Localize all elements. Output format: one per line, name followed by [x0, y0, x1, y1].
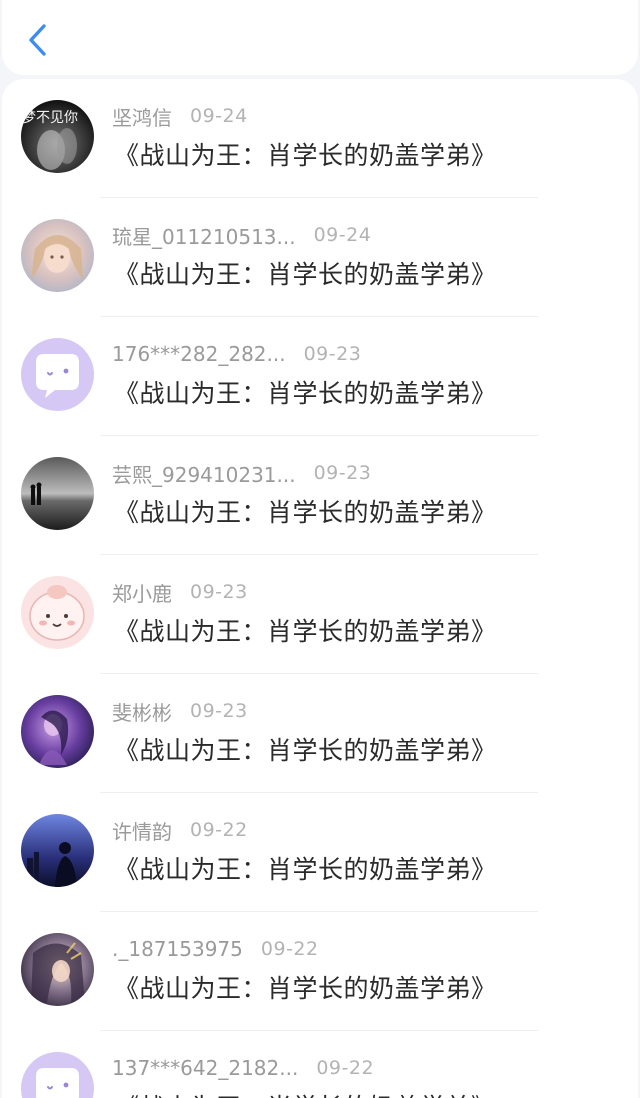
- book-title: 《战山为王：肖学长的奶盖学弟》: [114, 498, 497, 527]
- list-item[interactable]: 郑小鹿 09-23 《战山为王：肖学长的奶盖学弟》: [2, 555, 638, 674]
- book-title: 《战山为王：肖学长的奶盖学弟》: [114, 617, 497, 646]
- date: 09-24: [313, 224, 372, 246]
- username: 斐彬彬: [112, 700, 172, 725]
- svg-text:梦不见你: 梦不见你: [22, 110, 78, 126]
- book-title: 《战山为王：肖学长的奶盖学弟》: [114, 1088, 497, 1098]
- username: 坚鸿信: [112, 105, 172, 130]
- list-item[interactable]: 176***282_282... 09-23 《战山为王：肖学长的奶盖学弟》: [2, 317, 638, 436]
- top-bar: [2, 0, 638, 75]
- avatar: 梦不见你: [21, 100, 94, 173]
- username: ._187153975: [112, 937, 243, 961]
- date: 09-23: [190, 581, 248, 603]
- list-item[interactable]: 梦不见你 坚鸿信 09-24 《战山为王：肖学长的奶盖学弟》: [2, 79, 638, 198]
- avatar-image-icon: [21, 933, 94, 1006]
- book-title: 《战山为王：肖学长的奶盖学弟》: [114, 141, 497, 170]
- avatar-image-icon: [21, 219, 94, 292]
- avatar: [21, 338, 94, 411]
- list-item[interactable]: 斐彬彬 09-23 《战山为王：肖学长的奶盖学弟》: [2, 674, 638, 793]
- list-item[interactable]: ._187153975 09-22 《战山为王：肖学长的奶盖学弟》: [2, 912, 638, 1031]
- cartoon-avatar-icon: [21, 576, 94, 649]
- avatar: [21, 576, 94, 649]
- avatar: [21, 457, 94, 530]
- date: 09-22: [316, 1057, 375, 1079]
- avatar-image-icon: [21, 814, 94, 887]
- avatar-image-icon: [21, 457, 94, 530]
- book-title: 《战山为王：肖学长的奶盖学弟》: [114, 260, 497, 289]
- book-title: 《战山为王：肖学长的奶盖学弟》: [114, 855, 497, 884]
- avatar: [21, 695, 94, 768]
- avatar: [21, 814, 94, 887]
- avatar: [21, 219, 94, 292]
- default-avatar-icon: [21, 338, 94, 411]
- book-title: 《战山为王：肖学长的奶盖学弟》: [114, 736, 497, 765]
- back-button[interactable]: [16, 18, 60, 62]
- avatar-image-icon: 梦不见你: [21, 100, 94, 173]
- avatar-image-icon: [21, 695, 94, 768]
- chevron-left-icon: [29, 24, 46, 56]
- username: 芸熙_929410231...: [112, 462, 296, 487]
- avatar: [21, 933, 94, 1006]
- avatar: [21, 1052, 94, 1098]
- comment-list-page: 梦不见你 坚鸿信 09-24 《战山为王：肖学长的奶盖学弟》 琉星_011210…: [0, 0, 640, 1098]
- username: 琉星_011210513...: [112, 224, 296, 249]
- book-title: 《战山为王：肖学长的奶盖学弟》: [114, 974, 497, 1003]
- list-item[interactable]: 137***642_2182... 09-22 《战山为王：肖学长的奶盖学弟》: [2, 1031, 638, 1098]
- date: 09-23: [190, 700, 248, 722]
- username: 137***642_2182...: [112, 1056, 299, 1080]
- date: 09-22: [190, 819, 248, 841]
- username: 许情韵: [112, 819, 172, 844]
- list-item[interactable]: 许情韵 09-22 《战山为王：肖学长的奶盖学弟》: [2, 793, 638, 912]
- list-item[interactable]: 芸熙_929410231... 09-23 《战山为王：肖学长的奶盖学弟》: [2, 436, 638, 555]
- date: 09-24: [190, 105, 248, 127]
- username: 176***282_282...: [112, 342, 286, 366]
- date: 09-23: [313, 462, 372, 484]
- list-item[interactable]: 琉星_011210513... 09-24 《战山为王：肖学长的奶盖学弟》: [2, 198, 638, 317]
- book-title: 《战山为王：肖学长的奶盖学弟》: [114, 379, 497, 408]
- default-avatar-icon: [21, 1052, 94, 1098]
- user-list: 梦不见你 坚鸿信 09-24 《战山为王：肖学长的奶盖学弟》 琉星_011210…: [2, 79, 638, 1098]
- username: 郑小鹿: [112, 581, 172, 606]
- date: 09-23: [303, 343, 362, 365]
- date: 09-22: [260, 938, 319, 960]
